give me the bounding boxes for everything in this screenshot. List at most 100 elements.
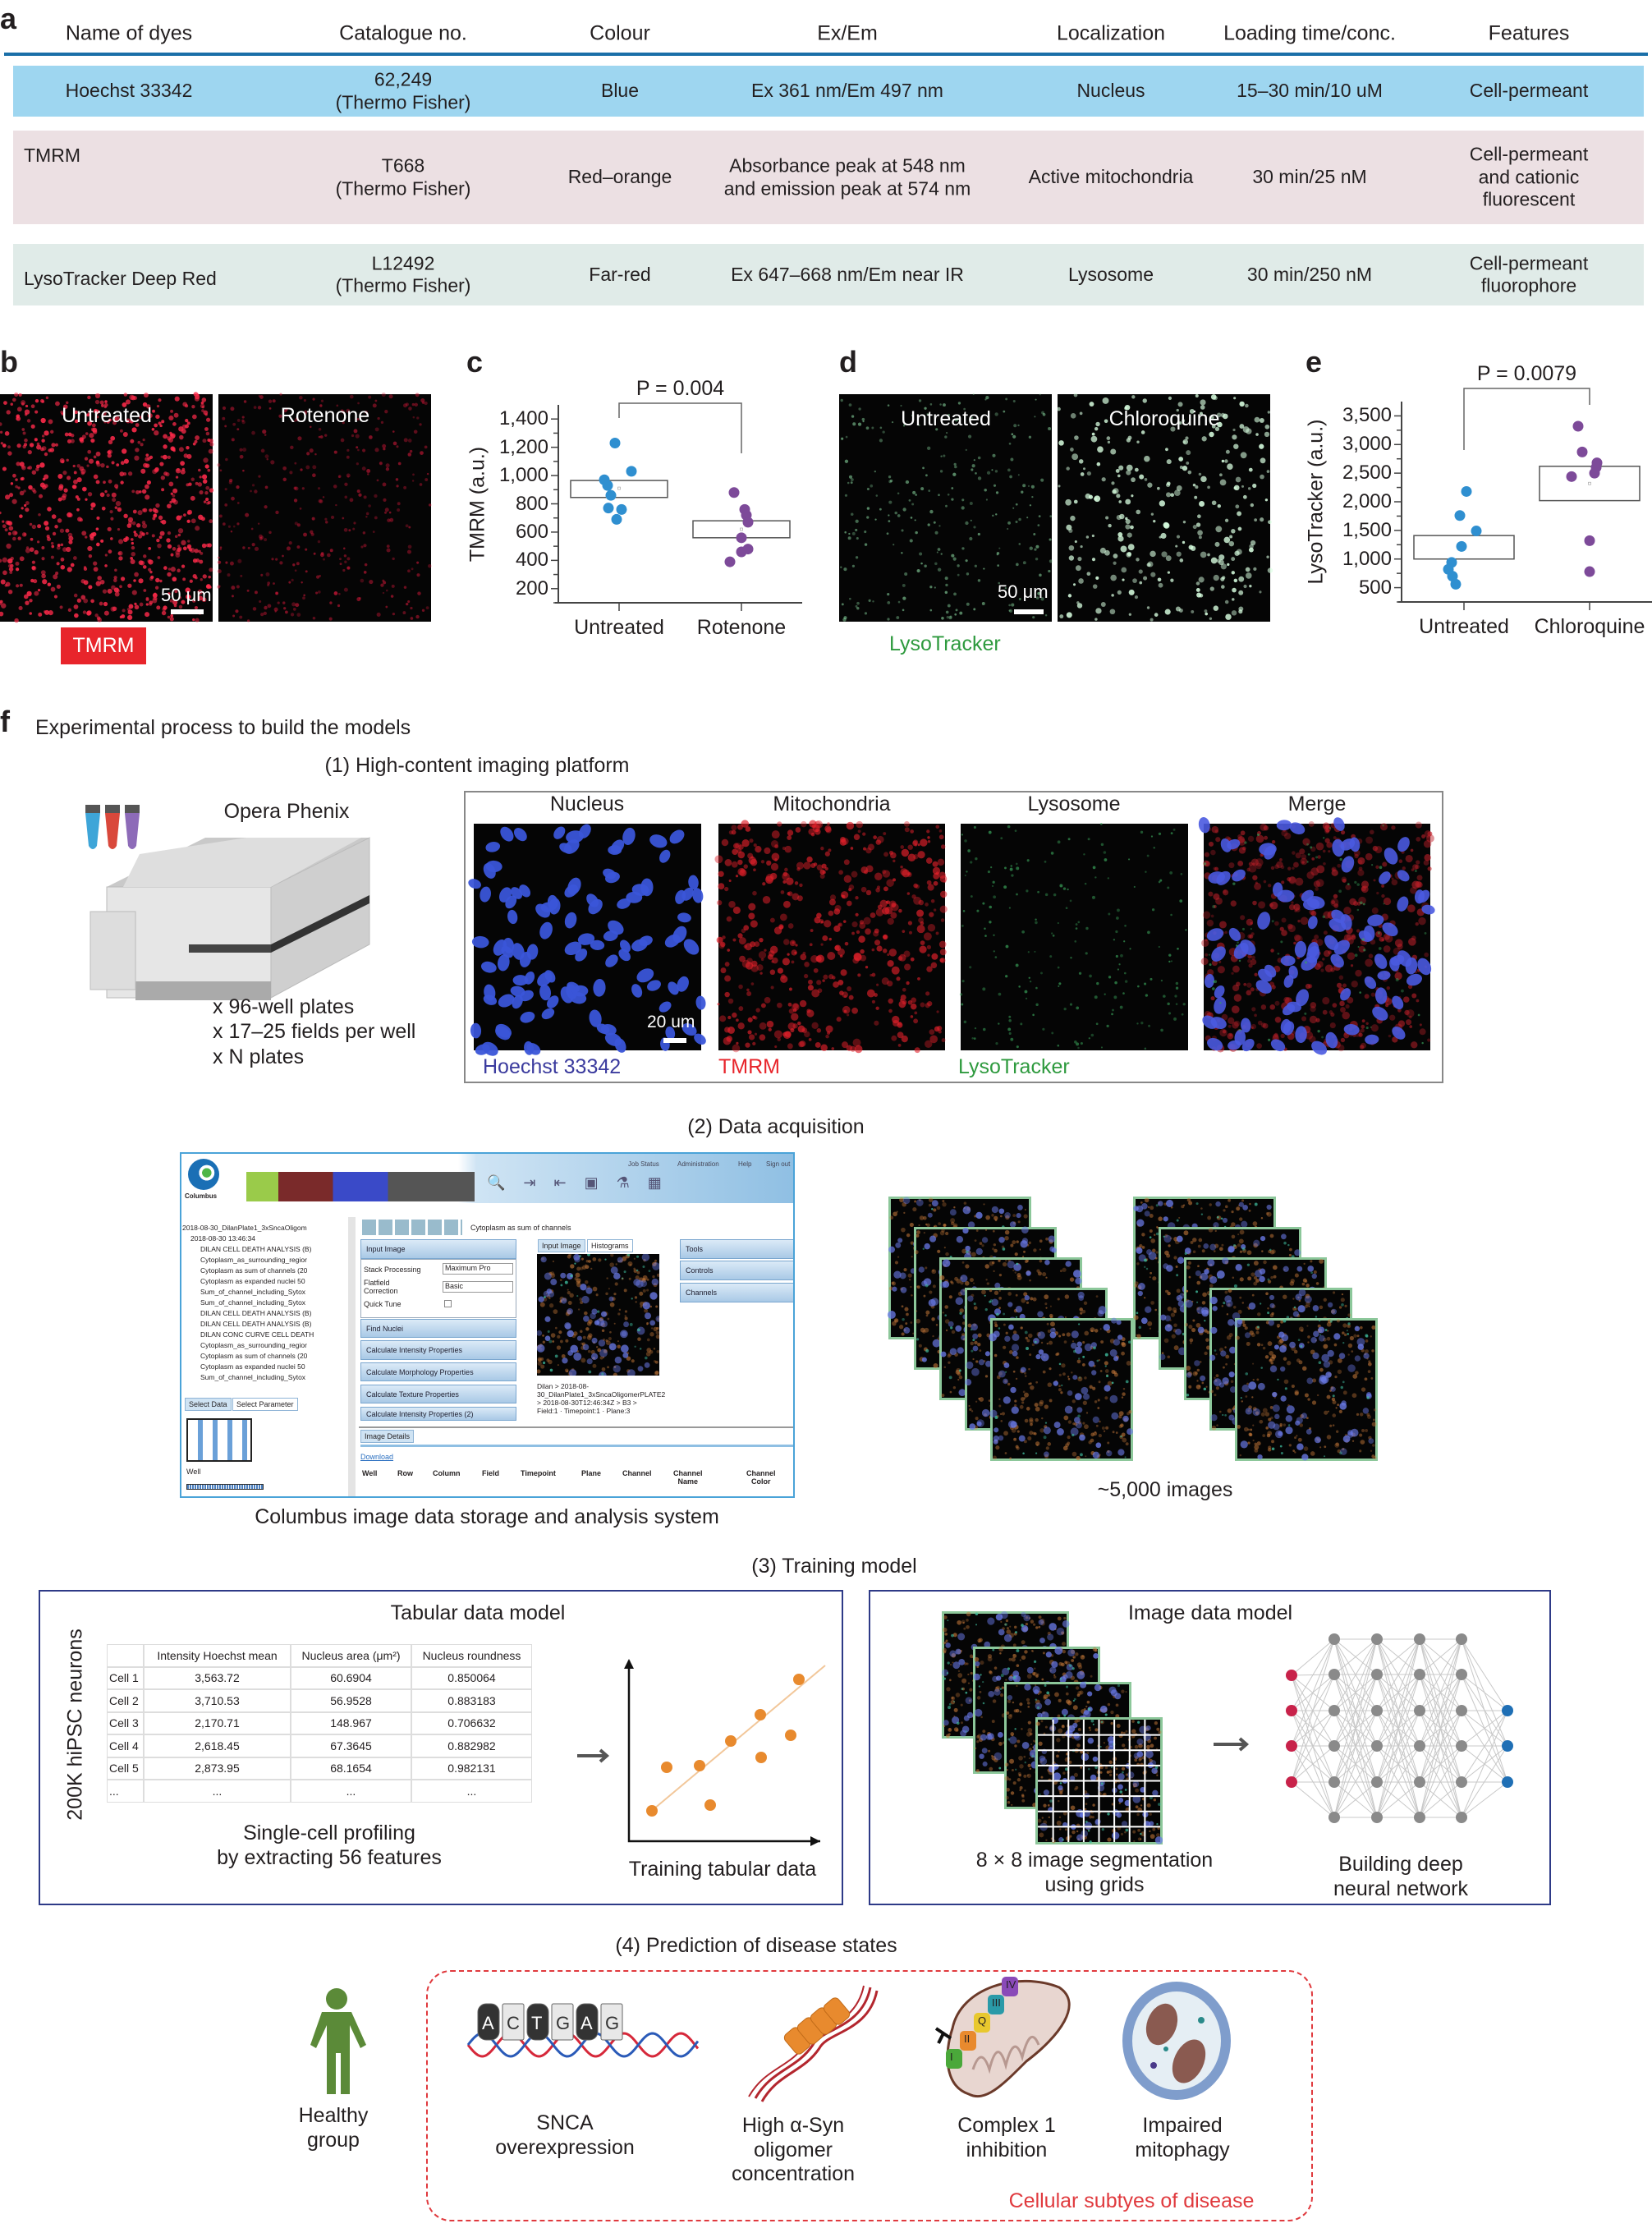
- cell-mark: [82, 610, 87, 614]
- cell-mark: [335, 503, 337, 507]
- cell-mark: [145, 484, 149, 489]
- cell-mark: [941, 616, 944, 620]
- figure: a b c d e f Name of dyes Catalogue no. Col…: [0, 0, 1652, 2228]
- cell-mark: [172, 499, 178, 505]
- cell-mark: [1225, 613, 1232, 620]
- cell-mark: [152, 508, 157, 512]
- cell-mark: [1003, 1312, 1006, 1316]
- cell-mark: [199, 475, 202, 479]
- cell-mark: [1015, 1316, 1018, 1318]
- cell-mark: [864, 612, 868, 615]
- cell-mark: [349, 498, 354, 503]
- cell-mark: [290, 613, 295, 617]
- cell-mark: [945, 1252, 949, 1256]
- cell-mark: [388, 511, 392, 514]
- data-point-rotenone: [728, 487, 740, 498]
- tubes-icon: [85, 805, 140, 849]
- cell-mark: [1011, 1406, 1019, 1414]
- cell-mark: [1091, 534, 1094, 538]
- cell-mark: [250, 527, 254, 531]
- cell-mark: [131, 541, 134, 545]
- cell-mark: [41, 545, 45, 549]
- cell-mark: [1121, 1351, 1125, 1356]
- cell-mark: [1146, 1249, 1152, 1255]
- cell-mark: [984, 1294, 986, 1297]
- cell-mark: [924, 1243, 930, 1250]
- cell-mark: [96, 542, 100, 547]
- cell-mark: [322, 558, 325, 561]
- cell-mark: [1067, 1377, 1071, 1380]
- cell-mark: [264, 434, 267, 436]
- cell-mark: [1039, 393, 1041, 396]
- cell-mark: [204, 427, 209, 431]
- cell-mark: [957, 564, 960, 567]
- cell-mark: [50, 555, 54, 559]
- cell-mark: [313, 552, 316, 555]
- cell-mark: [412, 416, 415, 419]
- cell-mark: [998, 1208, 1005, 1215]
- cell-mark: [1029, 504, 1032, 507]
- cell-mark: [888, 500, 893, 504]
- cell-mark: [995, 513, 998, 516]
- cell-mark: [260, 613, 264, 617]
- cell-mark: [975, 1211, 983, 1220]
- cell-mark: [52, 531, 57, 536]
- cell-mark: [132, 509, 137, 514]
- cell-mark: [1136, 1312, 1139, 1315]
- cell-mark: [194, 396, 200, 402]
- cell-mark: [959, 611, 963, 615]
- cell-mark: [870, 484, 874, 488]
- cell-mark: [225, 561, 228, 564]
- cell-mark: [1125, 1442, 1129, 1446]
- cell-mark: [240, 574, 243, 577]
- cell-mark: [934, 562, 938, 566]
- cell-mark: [956, 1236, 964, 1243]
- significance-bracket: [618, 402, 742, 453]
- cell-mark: [994, 470, 998, 473]
- cell-mark: [90, 599, 94, 604]
- cell-mark: [998, 1327, 1001, 1330]
- cell-mark: [368, 504, 371, 508]
- cell-mark: [131, 427, 137, 433]
- cell-mark: [938, 1222, 941, 1225]
- cell-mark: [1218, 554, 1225, 561]
- cell-mark: [1198, 535, 1202, 540]
- cell-mark: [1209, 586, 1214, 591]
- cell-mark: [940, 553, 943, 555]
- cell-mark: [254, 590, 258, 595]
- cell-mark: [31, 566, 37, 571]
- cell-mark: [1016, 563, 1019, 567]
- cell-mark: [173, 412, 179, 418]
- cell-mark: [1082, 1400, 1088, 1405]
- cell-mark: [1175, 606, 1181, 612]
- cell-mark: [1105, 1426, 1109, 1430]
- cell-mark: [242, 469, 245, 472]
- cell-mark: [1049, 515, 1053, 518]
- cell-mark: [55, 443, 58, 447]
- cell-mark: [19, 556, 25, 562]
- cell-mark: [57, 518, 62, 523]
- cell-mark: [1003, 1396, 1011, 1404]
- cell-mark: [1064, 1294, 1070, 1299]
- cell-mark: [969, 536, 973, 541]
- cell-mark: [125, 536, 130, 541]
- cell-mark: [1083, 467, 1086, 471]
- cell-mark: [33, 579, 38, 584]
- cell-mark: [107, 526, 112, 531]
- cell-mark: [97, 618, 103, 622]
- image-background: [218, 394, 431, 622]
- cell-mark: [367, 473, 369, 475]
- cell-mark: [1131, 477, 1136, 483]
- cell-mark: [25, 404, 29, 408]
- cell-mark: [865, 426, 870, 430]
- cell-mark: [62, 547, 67, 552]
- cell-mark: [42, 434, 45, 438]
- cell-mark: [108, 449, 112, 455]
- cell-mark: [989, 1300, 992, 1303]
- cell-mark: [72, 556, 77, 560]
- cell-mark: [1017, 1220, 1021, 1224]
- cell-mark: [156, 538, 160, 543]
- cell-mark: [407, 599, 411, 604]
- cell-mark: [140, 443, 144, 447]
- cell-mark: [1231, 571, 1235, 575]
